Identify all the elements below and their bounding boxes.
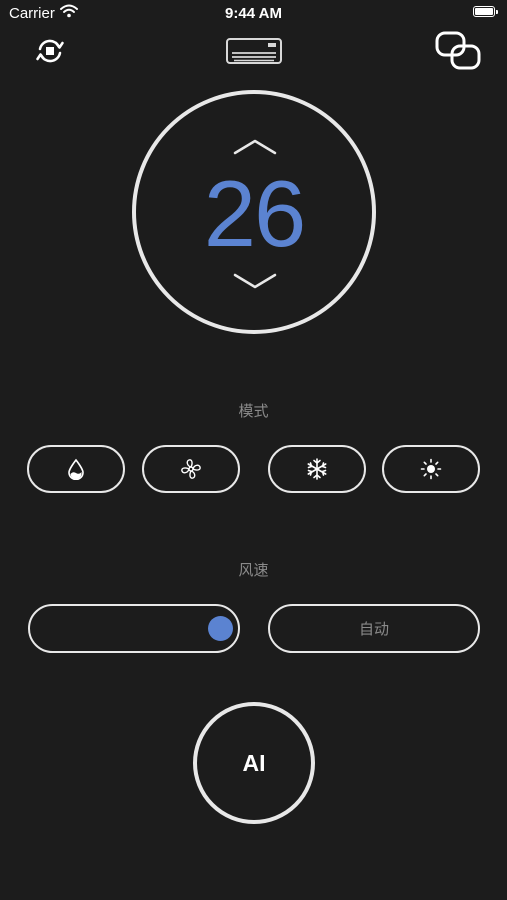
fan-auto-label: 自动 — [358, 621, 389, 638]
fan-icon — [181, 459, 201, 479]
fan-auto-button[interactable]: 自动 — [268, 604, 480, 653]
fan-speed-slider[interactable] — [28, 604, 240, 653]
sync-icon[interactable] — [34, 35, 66, 67]
status-time: 9:44 AM — [225, 5, 282, 22]
battery-fill — [475, 8, 493, 15]
chevron-down-icon[interactable] — [233, 272, 277, 290]
link-icon[interactable] — [433, 30, 483, 72]
ai-button[interactable]: AI — [193, 702, 315, 824]
ai-label: AI — [242, 749, 266, 776]
mode-label: 模式 — [238, 403, 269, 420]
mode-cool-button[interactable] — [268, 445, 366, 493]
mode-fan-button[interactable] — [142, 445, 240, 493]
fan-speed-label: 风速 — [238, 562, 269, 579]
temperature-dial: 26 — [132, 90, 376, 334]
sun-heat-icon — [420, 458, 442, 480]
chevron-up-icon[interactable] — [233, 138, 277, 156]
fan-speed-slider-knob[interactable] — [208, 616, 233, 641]
temperature-value: 26 — [203, 161, 307, 266]
battery-icon — [473, 6, 495, 17]
snowflake-cool-icon — [307, 458, 327, 480]
dehumidify-drop-icon — [68, 458, 84, 480]
status-bar: Carrier 9:44 AM — [0, 0, 507, 26]
battery-tip — [496, 10, 498, 14]
mode-heat-button[interactable] — [382, 445, 480, 493]
air-conditioner-icon[interactable] — [224, 36, 284, 66]
mode-dehumidify-button[interactable] — [27, 445, 125, 493]
